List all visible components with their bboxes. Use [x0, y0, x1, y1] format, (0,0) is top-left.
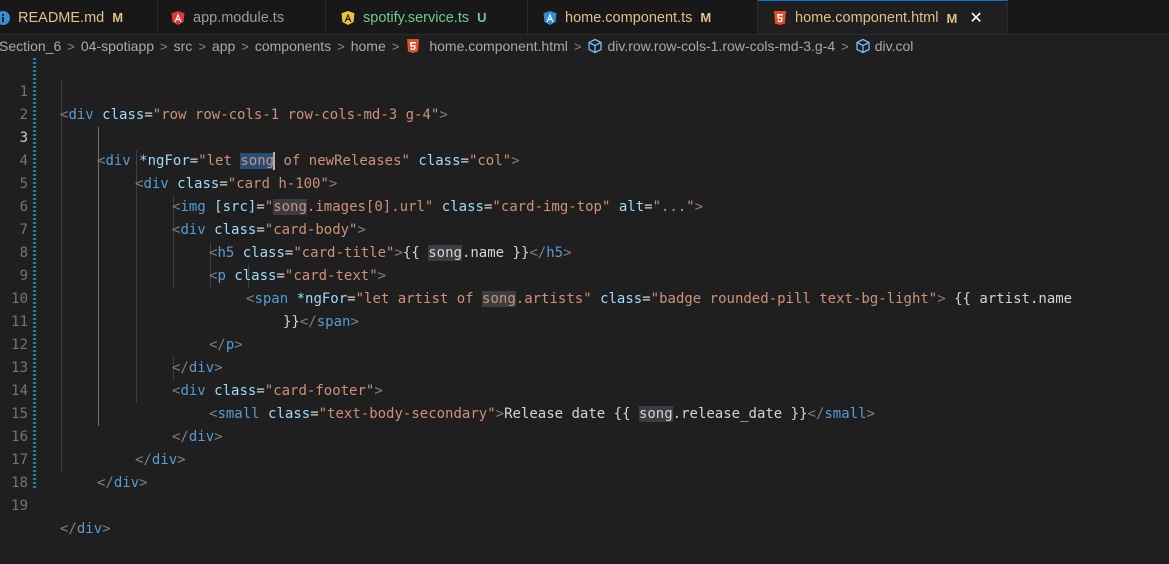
- tab-label: app.module.ts: [193, 9, 285, 26]
- breadcrumb-item[interactable]: div.col: [875, 38, 914, 54]
- tab-readme[interactable]: README.md M: [0, 0, 158, 34]
- breadcrumb: Section_6 > 04-spotiapp > src > app > co…: [0, 35, 1169, 57]
- code-line[interactable]: 14 <small class="text-body-secondary">Re…: [0, 357, 1169, 422]
- code-editor[interactable]: 1 <div class="row row-cols-1 row-cols-md…: [0, 58, 1169, 537]
- breadcrumb-item[interactable]: home.component.html: [429, 38, 568, 54]
- angular-service-icon: [341, 10, 355, 25]
- breadcrumb-item[interactable]: src: [174, 38, 193, 54]
- chevron-right-icon: >: [391, 38, 400, 54]
- chevron-right-icon: >: [198, 38, 206, 54]
- chevron-right-icon: >: [337, 38, 345, 54]
- tab-status: M: [700, 10, 712, 25]
- info-icon: [0, 10, 10, 25]
- code-line[interactable]: 16 </div>: [0, 403, 1169, 468]
- chevron-right-icon: >: [841, 38, 849, 54]
- tab-home-component-html[interactable]: home.component.html M ✕: [758, 0, 1008, 34]
- code-line[interactable]: 1 <div class="row row-cols-1 row-cols-md…: [0, 58, 1169, 123]
- code-line[interactable]: 13 <div class="card-footer">: [0, 334, 1169, 399]
- tab-status: M: [946, 10, 958, 26]
- angular-component-icon: [543, 10, 557, 25]
- breadcrumb-item[interactable]: div.row.row-cols-1.row-cols-md-3.g-4: [607, 38, 835, 54]
- chevron-right-icon: >: [241, 38, 249, 54]
- code-line[interactable]: 8 <p class="card-text">: [0, 219, 1169, 284]
- angular-icon: [171, 10, 185, 25]
- breadcrumb-item[interactable]: Section_6: [0, 38, 61, 54]
- code-line[interactable]: 19 </div>: [0, 472, 1169, 537]
- breadcrumb-item[interactable]: app: [212, 38, 235, 54]
- code-line[interactable]: 12 </div>: [0, 311, 1169, 376]
- chevron-right-icon: >: [67, 38, 75, 54]
- code-line[interactable]: 5 <img [src]="song.images[0].url" class=…: [0, 150, 1169, 215]
- breadcrumb-item[interactable]: home: [351, 38, 386, 54]
- chevron-right-icon: >: [160, 38, 168, 54]
- symbol-cube-icon: [856, 38, 870, 54]
- tab-status: M: [112, 10, 124, 25]
- symbol-cube-icon: [588, 38, 603, 54]
- tab-label: home.component.ts: [565, 9, 693, 26]
- code-line[interactable]: 3 <div *ngFor="let song of newReleases" …: [0, 104, 1169, 170]
- tab-app-module[interactable]: app.module.ts: [158, 0, 326, 34]
- code-line[interactable]: 7 <h5 class="card-title">{{ song.name }}…: [0, 196, 1169, 261]
- tab-spotify-service[interactable]: spotify.service.ts U: [326, 0, 528, 34]
- tab-home-component-ts[interactable]: home.component.ts M: [528, 0, 758, 34]
- tab-label: README.md: [18, 9, 105, 26]
- code-line[interactable]: 15 </div>: [0, 380, 1169, 445]
- breadcrumb-item[interactable]: 04-spotiapp: [81, 38, 154, 54]
- code-line[interactable]: 4 <div class="card h-100">: [0, 127, 1169, 192]
- html5-icon: [407, 39, 420, 53]
- breadcrumb-item[interactable]: components: [255, 38, 331, 54]
- code-line[interactable]: 18: [0, 449, 1169, 491]
- tab-bar: README.md M app.module.ts spotify.servic…: [0, 0, 1169, 35]
- line-number: 19: [11, 498, 28, 514]
- code-line[interactable]: 9 <span *ngFor="let artist of song.artis…: [0, 242, 1169, 307]
- code-line[interactable]: 11 </p>: [0, 288, 1169, 353]
- chevron-right-icon: >: [573, 38, 582, 54]
- tab-label: spotify.service.ts: [363, 9, 470, 26]
- code-line[interactable]: 6 <div class="card-body">: [0, 173, 1169, 238]
- code-line[interactable]: 17 </div>: [0, 426, 1169, 491]
- tab-label: home.component.html: [795, 10, 939, 26]
- code-line[interactable]: 10 }}</span>: [0, 265, 1169, 330]
- close-icon[interactable]: ✕: [969, 8, 982, 28]
- code-line[interactable]: 2: [0, 81, 1169, 123]
- tab-status: U: [477, 10, 487, 25]
- html5-icon: [774, 11, 786, 25]
